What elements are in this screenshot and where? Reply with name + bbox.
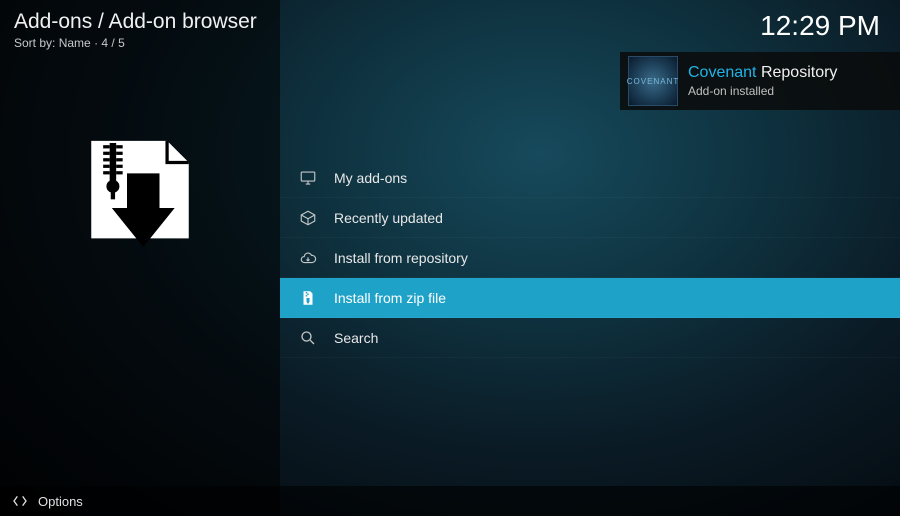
zip-icon — [298, 288, 318, 308]
list-item-recently-updated[interactable]: Recently updated — [280, 198, 900, 238]
notification-body: Covenant Repository Add-on installed — [688, 64, 892, 98]
box-icon — [298, 208, 318, 228]
options-icon[interactable] — [12, 493, 28, 509]
addon-browser-list: My add-ons Recently updated Install from… — [280, 158, 900, 358]
footer-bar: Options — [0, 486, 900, 516]
list-item-install-from-repository[interactable]: Install from repository — [280, 238, 900, 278]
search-icon — [298, 328, 318, 348]
install-zip-big-icon — [75, 130, 205, 260]
list-item-label: Search — [334, 330, 378, 346]
clock: 12:29 PM — [760, 10, 880, 42]
list-item-search[interactable]: Search — [280, 318, 900, 358]
notification-title-rest: Repository — [757, 64, 838, 81]
monitor-icon — [298, 168, 318, 188]
notification-toast: COVENANT Covenant Repository Add-on inst… — [620, 52, 900, 110]
cloud-down-icon — [298, 248, 318, 268]
list-item-label: My add-ons — [334, 170, 407, 186]
notification-title-accent: Covenant — [688, 64, 757, 81]
left-panel: Add-ons / Add-on browser Sort by: Name ·… — [0, 0, 280, 516]
sort-value: Name — [59, 36, 91, 50]
options-label[interactable]: Options — [38, 494, 83, 509]
sort-line: Sort by: Name · 4 / 5 — [14, 36, 125, 50]
notification-addon-icon: COVENANT — [628, 56, 678, 106]
notification-subtitle: Add-on installed — [688, 84, 892, 98]
list-item-my-addons[interactable]: My add-ons — [280, 158, 900, 198]
list-item-label: Install from repository — [334, 250, 468, 266]
list-item-install-from-zip[interactable]: Install from zip file — [280, 278, 900, 318]
sort-label: Sort by: — [14, 36, 55, 50]
notification-title: Covenant Repository — [688, 64, 892, 82]
list-position: 4 / 5 — [101, 36, 124, 50]
list-item-label: Install from zip file — [334, 290, 446, 306]
list-item-label: Recently updated — [334, 210, 443, 226]
breadcrumb: Add-ons / Add-on browser — [14, 10, 257, 34]
